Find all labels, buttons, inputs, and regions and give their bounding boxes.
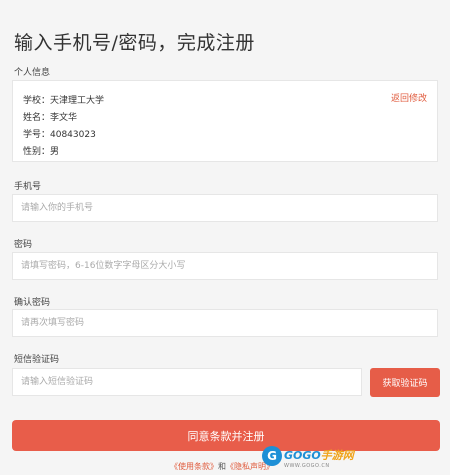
info-gender: 性别：男 bbox=[23, 147, 60, 157]
sms-code-field bbox=[12, 368, 362, 396]
watermark-sub: WWW.GOGO.CN bbox=[284, 462, 330, 469]
watermark-text: GOGO手游网 bbox=[284, 448, 354, 462]
sms-code-input[interactable] bbox=[13, 369, 361, 395]
watermark-logo-icon: G bbox=[262, 446, 282, 466]
sms-code-label: 短信验证码 bbox=[14, 355, 60, 365]
submit-button[interactable]: 同意条款并注册 bbox=[12, 420, 440, 451]
personal-info-label: 个人信息 bbox=[14, 68, 51, 78]
page-title: 输入手机号/密码，完成注册 bbox=[14, 32, 255, 54]
password-input[interactable] bbox=[13, 253, 437, 279]
password-field bbox=[12, 252, 438, 280]
get-code-button[interactable]: 获取验证码 bbox=[370, 368, 440, 397]
info-student-id: 学号：40843023 bbox=[23, 130, 96, 140]
terms-line: 《使用条款》和《隐私声明》 bbox=[170, 461, 274, 472]
terms-link[interactable]: 《使用条款》 bbox=[170, 462, 218, 471]
info-name: 姓名：李文华 bbox=[23, 113, 78, 123]
phone-label: 手机号 bbox=[14, 182, 42, 192]
confirm-password-input[interactable] bbox=[13, 310, 437, 336]
watermark: G GOGO手游网 WWW.GOGO.CN bbox=[262, 444, 354, 469]
password-label: 密码 bbox=[14, 240, 33, 250]
terms-and: 和 bbox=[218, 462, 226, 471]
confirm-password-label: 确认密码 bbox=[14, 298, 51, 308]
info-school: 学校：天津理工大学 bbox=[23, 96, 105, 106]
confirm-password-field bbox=[12, 309, 438, 337]
edit-info-link[interactable]: 返回修改 bbox=[391, 91, 427, 104]
phone-field bbox=[12, 194, 438, 222]
personal-info-card: 学校：天津理工大学 姓名：李文华 学号：40843023 性别：男 返回修改 bbox=[12, 80, 438, 162]
phone-input[interactable] bbox=[13, 195, 437, 221]
